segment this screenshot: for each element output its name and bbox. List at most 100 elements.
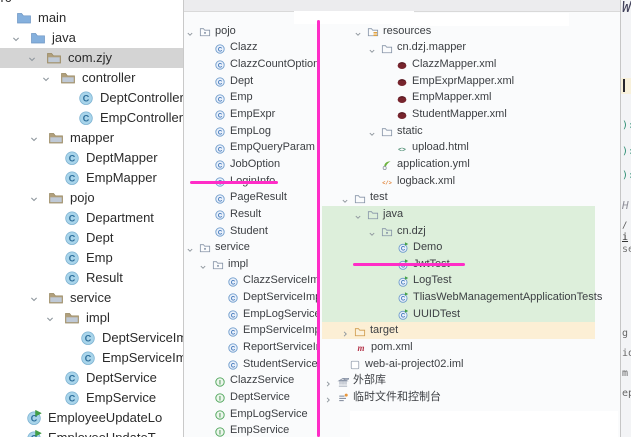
tree-item-application-yml[interactable]: application.yml [320,156,620,173]
project-tree-panel-right: pojoCClazzCClazzCountOptionCDeptCEmpCEmp… [183,0,620,437]
tree-item-label: EmpService [230,422,289,437]
tree-item-empserviceim[interactable]: CEmpServiceIm [0,348,183,368]
tree-item-reportserviceimpl[interactable]: CReportServiceImpl [184,339,319,356]
tree-item-label: ClazzService [230,372,294,389]
tree-item-logininfo[interactable]: CLoginInfo [184,173,319,190]
tree-item-empcontroller[interactable]: CEmpController [0,108,183,128]
tree-item-emplogserviceimpl[interactable]: CEmpLogServiceImpl [184,306,319,323]
tree-item-label: LogTest [413,272,452,289]
tree-item-mapper[interactable]: mapper [0,128,183,148]
tree-item-deptservice[interactable]: IDeptService [184,389,319,406]
tree-item-employeeupdatelo[interactable]: CEmployeeUpdateLo [0,408,183,428]
tree-item-controller[interactable]: controller [0,68,183,88]
tree-item-label: Student [230,223,268,240]
svg-text:C: C [85,333,92,343]
tree-item-empexpr[interactable]: CEmpExpr [184,106,319,123]
tree-item-empexprmapper-xml[interactable]: EmpExprMapper.xml [320,73,620,90]
tree-item-java[interactable]: java [320,206,620,223]
tree-item-deptcontroller[interactable]: CDeptController [0,88,183,108]
tree-item-label: EmployeeUpdateLo [48,408,162,428]
tree-item-java[interactable]: java [0,28,183,48]
tree-item-static[interactable]: static [320,123,620,140]
svg-text:C: C [69,373,76,383]
svg-text:C: C [69,273,76,283]
tree-item-empservice[interactable]: CEmpService [0,388,183,408]
tree-item-test[interactable]: test [320,189,620,206]
tree-item-label: EmpQueryParam [230,139,315,156]
editor-sliver: W):):):H/isegiomep [620,0,631,437]
tree-item-empqueryparam[interactable]: CEmpQueryParam [184,139,319,156]
tree-item-label: DeptServiceImpl [243,289,319,306]
tree-item-studentmapper-xml[interactable]: StudentMapper.xml [320,106,620,123]
tree-item-label: 临时文件和控制台 [353,389,441,406]
tree-item-pageresult[interactable]: CPageResult [184,189,319,206]
tree-item-label: static [397,123,423,140]
tree-item-com-zjy[interactable]: com.zjy [0,48,183,68]
tree-item-upload-html[interactable]: <>upload.html [320,139,620,156]
tree-item-jwttest[interactable]: CJwtTest [320,256,620,273]
tree-item-deptserviceimpl[interactable]: CDeptServiceImpl [184,289,319,306]
tree-item-uuidtest[interactable]: CUUIDTest [320,306,620,323]
tree-item-cn-dzj[interactable]: cn.dzj [320,223,620,240]
tree-item-label: Emp [230,89,253,106]
tree-item-clazzserviceimpl[interactable]: CClazzServiceImpl [184,272,319,289]
tree-item-impl[interactable]: impl [184,256,319,273]
tree-item-department[interactable]: CDepartment [0,208,183,228]
tree-item-label: impl [228,256,248,273]
tree-item-empserviceimpl[interactable]: CEmpServiceImpl [184,322,319,339]
editor-text-fragment: ep [622,388,631,399]
tree-item-joboption[interactable]: CJobOption [184,156,319,173]
tree-item-label: EmpLog [230,123,271,140]
tree-item-pojo[interactable]: pojo [184,23,319,40]
tree-item-web-ai-project02-iml[interactable]: web-ai-project02.iml [320,356,620,373]
tree-item-deptserviceim[interactable]: CDeptServiceIm [0,328,183,348]
tree-item-emp[interactable]: CEmp [0,248,183,268]
tree-item-result[interactable]: CResult [0,268,183,288]
tree-item-target[interactable]: target [320,322,620,339]
tree-item-demo[interactable]: CDemo [320,239,620,256]
tree-item-deptservice[interactable]: CDeptService [0,368,183,388]
tree-item-logtest[interactable]: CLogTest [320,272,620,289]
tree-item-clazzcountoption[interactable]: CClazzCountOption [184,56,319,73]
tree-item-dept[interactable]: CDept [0,228,183,248]
tree-item-pojo[interactable]: pojo [0,188,183,208]
tree-item-label: impl [86,308,110,328]
tree-item-src[interactable]: src [0,0,183,8]
svg-text:C: C [83,93,90,103]
tree-item-emplog[interactable]: CEmpLog [184,123,319,140]
tree-item-clazz[interactable]: CClazz [184,39,319,56]
tree-item-studentserviceimpl[interactable]: CStudentServiceImpl [184,356,319,373]
tree-item-empmapper[interactable]: CEmpMapper [0,168,183,188]
tree-item-resources[interactable]: resources [320,23,620,40]
tree-item-deptmapper[interactable]: CDeptMapper [0,148,183,168]
tree-item-emp[interactable]: CEmp [184,89,319,106]
tree-item-label: EmpExprMapper.xml [412,73,514,90]
chevron-right-icon[interactable] [323,392,333,410]
svg-text:C: C [83,113,90,123]
tree-item-label: LoginInfo [230,173,275,190]
tree-item-tliaswebmanagementapplicationtests[interactable]: CTliasWebManagementApplicationTests [320,289,620,306]
tree-item-label: EmpServiceImpl [243,322,319,339]
tree-item-clazzmapper-xml[interactable]: ClazzMapper.xml [320,56,620,73]
tree-item-empmapper-xml[interactable]: EmpMapper.xml [320,89,620,106]
tree-item-row[interactable]: 外部库 [320,372,620,389]
tree-item-emplogservice[interactable]: IEmpLogService [184,406,319,423]
tree-item-row[interactable]: 临时文件和控制台 [320,389,620,406]
tree-item-student[interactable]: CStudent [184,223,319,240]
tree-item-impl[interactable]: impl [0,308,183,328]
tree-item-label: logback.xml [397,173,455,190]
tree-item-service[interactable]: service [184,239,319,256]
tree-item-service[interactable]: service [0,288,183,308]
tree-item-main[interactable]: main [0,8,183,28]
tree-item-employeeupdatet[interactable]: CEmployeeUpdateT [0,428,183,437]
tree-item-cn-dzj-mapper[interactable]: cn.dzj.mapper [320,39,620,56]
tree-item-label: main [38,8,66,28]
tree-item-result[interactable]: CResult [184,206,319,223]
tree-item-empservice[interactable]: IEmpService [184,422,319,437]
tree-item-clazzservice[interactable]: IClazzService [184,372,319,389]
tree-item-dept[interactable]: CDept [184,73,319,90]
tree-item-pom-xml[interactable]: mpom.xml [320,339,620,356]
tree-column-resources-test: resourcescn.dzj.mapperClazzMapper.xmlEmp… [320,0,620,437]
tree-item-logback-xml[interactable]: </>logback.xml [320,173,620,190]
tree-item-label: cn.dzj.mapper [397,39,466,56]
